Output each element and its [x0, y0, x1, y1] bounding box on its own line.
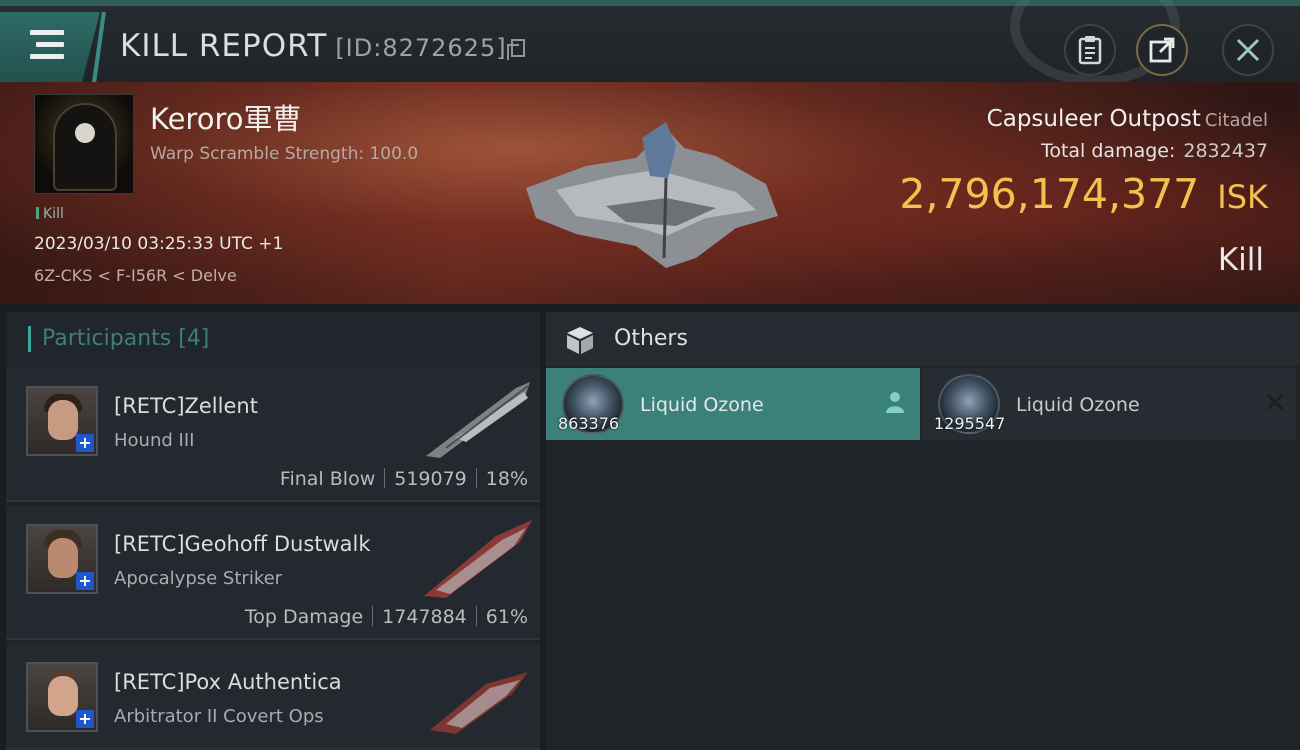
menu-button[interactable] [0, 12, 100, 82]
participant-portrait[interactable]: + [26, 386, 98, 456]
isk-amount: 2,796,174,377 [899, 170, 1200, 218]
warp-scramble-strength: Warp Scramble Strength: 100.0 [150, 144, 419, 164]
item-quantity: 1295547 [934, 414, 1006, 433]
kill-outcome: Kill [1217, 242, 1264, 278]
report-id: [ID:8272625] [335, 34, 507, 62]
participant-stats: Final Blow 519079 18% [280, 468, 528, 490]
title-text: KILL REPORT [120, 28, 328, 64]
participant-ship: Apocalypse Striker [114, 568, 283, 589]
share-icon [1149, 37, 1175, 63]
victim-ship-class: Citadel [1204, 110, 1268, 131]
participant-name: [RETC]Geohoff Dustwalk [114, 532, 371, 556]
others-header: Others [546, 312, 1300, 366]
participant-name: [RETC]Zellent [114, 394, 258, 418]
item-name: Liquid Ozone [1016, 394, 1140, 416]
others-label: Others [614, 326, 688, 351]
item-name: Liquid Ozone [640, 394, 764, 416]
participant-percent: 61% [485, 606, 528, 628]
participant-row[interactable]: + [RETC]Pox Authentica Arbitrator II Cov… [6, 644, 540, 750]
participant-damage: 1747884 [382, 606, 467, 628]
participant-role: Final Blow [279, 468, 376, 490]
victim-avatar[interactable] [34, 94, 134, 194]
section-accent [28, 326, 31, 352]
header-bar: KILL REPORT [ID:8272625] [0, 0, 1300, 86]
item-liquid-ozone[interactable]: 863376 Liquid Ozone [546, 368, 920, 440]
cargo-box-icon [567, 327, 593, 354]
participants-panel: Participants [4] + [RETC]Zellent Hound I… [6, 312, 540, 750]
plus-icon: + [76, 572, 94, 590]
participant-portrait[interactable]: + [26, 662, 98, 732]
hound-ship-icon [426, 382, 530, 458]
kill-datetime: 2023/03/10 03:25:33 UTC +1 [34, 234, 284, 254]
person-icon [886, 392, 904, 413]
total-damage: Total damage: 2832437 [1041, 140, 1268, 162]
participant-ship: Hound III [114, 430, 195, 451]
participant-name: [RETC]Pox Authentica [114, 670, 342, 694]
apocalypse-ship-icon [424, 520, 532, 598]
share-button[interactable] [1136, 24, 1188, 76]
victim-ship-name: Capsuleer Outpost [986, 106, 1201, 132]
participant-percent: 18% [485, 468, 528, 490]
participant-portrait[interactable]: + [26, 524, 98, 594]
clipboard-button[interactable] [1064, 24, 1116, 76]
item-quantity: 863376 [558, 414, 620, 433]
kill-location[interactable]: 6Z-CKS < F-I56R < Delve [34, 266, 237, 285]
close-button[interactable] [1222, 24, 1274, 76]
plus-icon: + [76, 710, 94, 728]
page-title: KILL REPORT [ID:8272625] [120, 28, 525, 64]
isk-value: 2,796,174,377 ISK [899, 170, 1268, 218]
others-panel: Others 863376 Liquid Ozone 1295547 Liqui… [546, 312, 1300, 750]
kill-summary-banner: Keroro軍曹 Warp Scramble Strength: 100.0 K… [0, 82, 1300, 304]
close-icon [1236, 38, 1260, 62]
participant-stats: Top Damage 1747884 61% [245, 606, 528, 628]
copy-icon[interactable] [506, 39, 525, 60]
victim-pilot-name[interactable]: Keroro軍曹 [150, 96, 301, 138]
victim-ship[interactable]: Capsuleer Outpost Citadel [987, 106, 1268, 132]
destroyed-x-icon [1267, 394, 1283, 410]
item-liquid-ozone[interactable]: 1295547 Liquid Ozone [922, 368, 1296, 440]
clipboard-icon [1078, 36, 1102, 65]
arbitrator-ship-icon [430, 672, 528, 734]
plus-icon: + [76, 434, 94, 452]
participant-row[interactable]: + [RETC]Zellent Hound III Final Blow 5190… [6, 368, 540, 502]
victim-structure-image [526, 122, 778, 268]
kill-tag-label: Kill [43, 206, 64, 222]
participants-label: Participants [4] [42, 326, 210, 351]
participant-row[interactable]: + [RETC]Geohoff Dustwalk Apocalypse Stri… [6, 506, 540, 640]
total-damage-value: 2832437 [1183, 140, 1268, 162]
isk-unit: ISK [1217, 178, 1268, 216]
participant-ship: Arbitrator II Covert Ops [114, 706, 324, 727]
total-damage-label: Total damage: [1040, 140, 1176, 162]
participant-damage: 519079 [394, 468, 467, 490]
kill-tag: Kill [36, 206, 64, 222]
participant-role: Top Damage [244, 606, 364, 628]
kill-indicator-icon [36, 207, 39, 219]
participants-header[interactable]: Participants [4] [6, 312, 540, 368]
